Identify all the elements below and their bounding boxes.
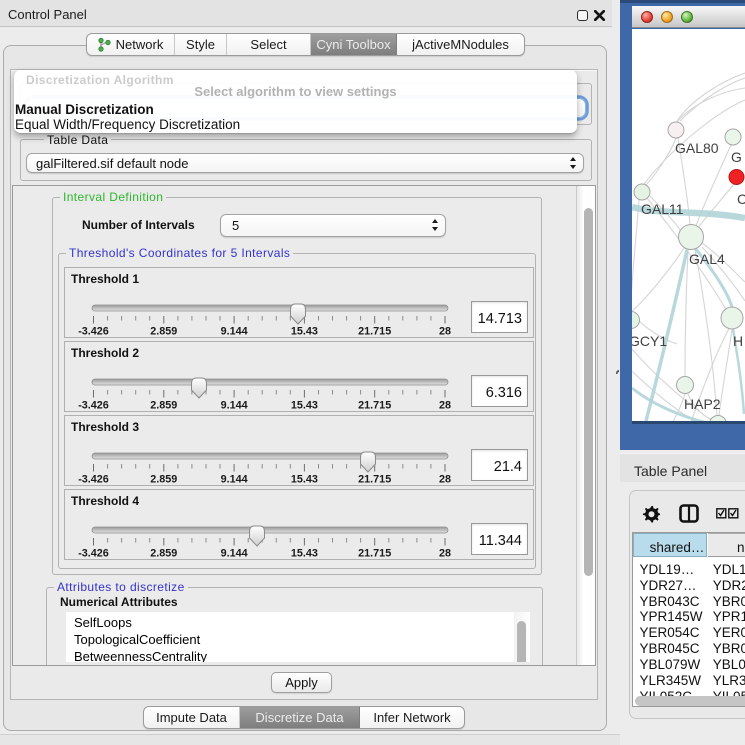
svg-text:GCY1: GCY1 (632, 333, 667, 349)
svg-text:21.715: 21.715 (358, 474, 391, 486)
svg-text:9.144: 9.144 (221, 474, 248, 486)
svg-text:H: H (733, 333, 743, 349)
svg-text:15.43: 15.43 (291, 474, 318, 486)
svg-text:-3.426: -3.426 (78, 400, 109, 412)
svg-text:-3.426: -3.426 (78, 548, 109, 560)
svg-text:HAP2: HAP2 (684, 396, 721, 412)
svg-text:15.43: 15.43 (291, 326, 318, 338)
svg-text:15.43: 15.43 (291, 548, 318, 560)
svg-text:2.859: 2.859 (150, 474, 177, 486)
svg-text:28: 28 (439, 326, 451, 338)
svg-text:GAL80: GAL80 (675, 140, 719, 156)
svg-text:2.859: 2.859 (150, 548, 177, 560)
svg-text:9.144: 9.144 (221, 326, 248, 338)
svg-text:28: 28 (439, 400, 451, 412)
svg-text:21.715: 21.715 (358, 400, 391, 412)
svg-text:G: G (731, 149, 742, 165)
svg-text:GAL11: GAL11 (641, 201, 684, 217)
svg-text:15.43: 15.43 (291, 400, 318, 412)
svg-text:21.715: 21.715 (358, 548, 391, 560)
svg-text:9.144: 9.144 (221, 400, 248, 412)
svg-text:21.715: 21.715 (358, 326, 391, 338)
svg-text:GAL4: GAL4 (689, 251, 725, 267)
svg-text:28: 28 (439, 548, 451, 560)
svg-text:28: 28 (439, 474, 451, 486)
svg-text:2.859: 2.859 (150, 400, 177, 412)
svg-text:C: C (737, 191, 745, 207)
svg-text:2.859: 2.859 (150, 326, 177, 338)
svg-text:9.144: 9.144 (221, 548, 248, 560)
svg-text:-3.426: -3.426 (78, 474, 109, 486)
svg-text:-3.426: -3.426 (78, 326, 109, 338)
